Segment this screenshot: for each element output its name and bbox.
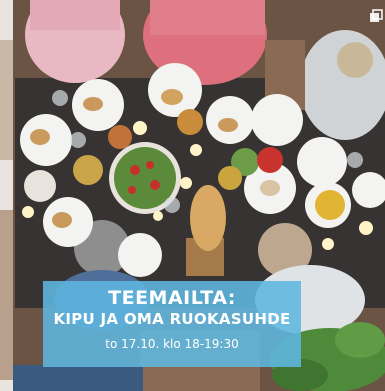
event-title: TEEMAILTA:	[108, 287, 236, 309]
carousel-icon	[369, 8, 383, 22]
event-subtitle: KIPU JA OMA RUOKASUHDE	[53, 310, 291, 328]
post-image-frame: TEEMAILTA: KIPU JA OMA RUOKASUHDE to 17.…	[0, 0, 385, 391]
event-date: to 17.10. klo 18-19:30	[105, 337, 239, 351]
event-banner: TEEMAILTA: KIPU JA OMA RUOKASUHDE to 17.…	[43, 281, 301, 367]
